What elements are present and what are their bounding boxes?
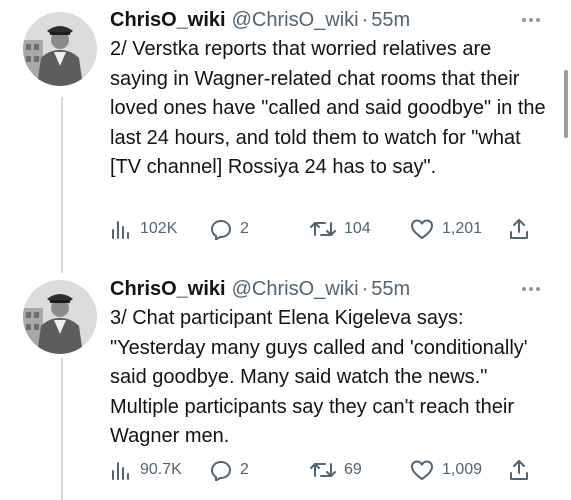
tweet-text: 2/ Verstka reports that worried relative… bbox=[110, 38, 546, 179]
retweet-button[interactable]: 104 bbox=[310, 217, 371, 241]
tweet-actions: 102K 2 104 1,201 bbox=[110, 217, 540, 241]
tweet[interactable]: ChrisO_wiki @ChrisO_wiki · 55m 3/ Chat p… bbox=[0, 270, 571, 500]
like-button[interactable]: 1,201 bbox=[410, 217, 482, 241]
reply-icon bbox=[211, 220, 231, 240]
separator-dot: · bbox=[361, 9, 369, 31]
retweet-icon bbox=[310, 222, 336, 236]
retweet-icon bbox=[310, 463, 336, 477]
more-options-icon[interactable] bbox=[518, 15, 544, 25]
timestamp[interactable]: 55m bbox=[371, 7, 410, 33]
display-name[interactable]: ChrisO_wiki bbox=[110, 7, 226, 33]
views-button[interactable]: 90.7K bbox=[110, 458, 182, 482]
like-icon bbox=[411, 219, 433, 239]
like-icon bbox=[411, 460, 433, 480]
user-handle[interactable]: @ChrisO_wiki bbox=[232, 7, 359, 33]
tweet-header: ChrisO_wiki @ChrisO_wiki · 55m bbox=[110, 7, 410, 33]
user-handle[interactable]: @ChrisO_wiki bbox=[232, 276, 359, 302]
tweet-actions: 90.7K 2 69 1,009 bbox=[110, 458, 540, 482]
like-count: 1,009 bbox=[442, 461, 483, 478]
tweet-text: 3/ Chat participant Elena Kigeleva says:… bbox=[110, 307, 528, 448]
reply-button[interactable]: 2 bbox=[210, 458, 249, 482]
share-button[interactable] bbox=[508, 458, 530, 482]
separator-dot: · bbox=[361, 278, 369, 300]
tweet[interactable]: ChrisO_wiki @ChrisO_wiki · 55m 2/ Verstk… bbox=[0, 0, 571, 270]
display-name[interactable]: ChrisO_wiki bbox=[110, 276, 226, 302]
timestamp[interactable]: 55m bbox=[371, 276, 410, 302]
retweet-count: 104 bbox=[344, 220, 371, 237]
like-button[interactable]: 1,009 bbox=[410, 458, 482, 482]
views-icon bbox=[112, 462, 129, 480]
views-count: 102K bbox=[140, 220, 178, 237]
avatar-image bbox=[23, 280, 97, 354]
retweet-count: 69 bbox=[344, 461, 362, 478]
more-options-icon[interactable] bbox=[518, 284, 544, 294]
share-icon bbox=[510, 219, 528, 239]
views-button[interactable]: 102K bbox=[110, 217, 177, 241]
avatar-image bbox=[23, 12, 97, 86]
tweet-header: ChrisO_wiki @ChrisO_wiki · 55m bbox=[110, 276, 410, 302]
reply-count: 2 bbox=[240, 461, 249, 478]
like-count: 1,201 bbox=[442, 220, 483, 237]
share-icon bbox=[510, 460, 528, 480]
avatar[interactable] bbox=[23, 12, 97, 86]
views-icon bbox=[112, 221, 129, 239]
retweet-button[interactable]: 69 bbox=[310, 458, 362, 482]
views-count: 90.7K bbox=[140, 461, 182, 478]
reply-count: 2 bbox=[240, 220, 249, 237]
reply-button[interactable]: 2 bbox=[210, 217, 249, 241]
scrollbar[interactable] bbox=[564, 70, 568, 138]
share-button[interactable] bbox=[508, 217, 530, 241]
avatar[interactable] bbox=[23, 280, 97, 354]
reply-icon bbox=[211, 461, 231, 481]
